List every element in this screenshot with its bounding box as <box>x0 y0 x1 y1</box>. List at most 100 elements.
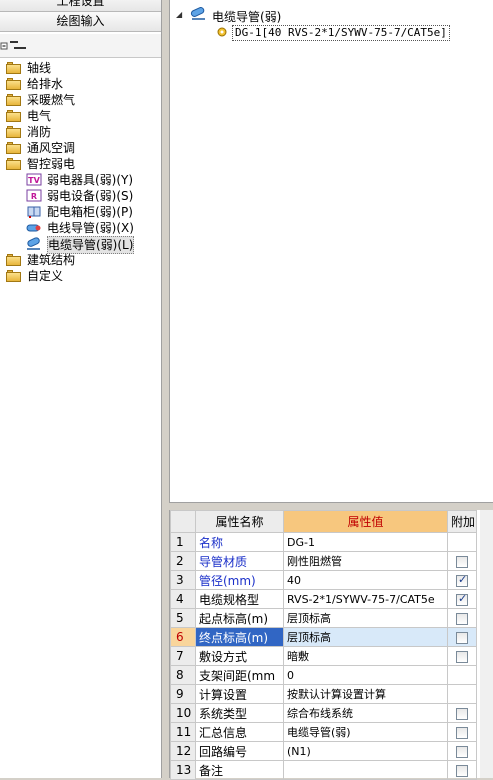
property-value[interactable]: RVS-2*1/SYWV-75-7/CAT5e <box>283 589 448 609</box>
row-number: 9 <box>170 684 196 704</box>
property-name: 汇总信息 <box>195 722 284 742</box>
folder-icon <box>6 126 22 138</box>
extra-cell <box>447 627 477 647</box>
property-value[interactable]: 综合布线系统 <box>283 703 448 723</box>
row-number: 5 <box>170 608 196 628</box>
property-value[interactable]: 按默认计算设置计算 <box>283 684 448 704</box>
tree-item[interactable]: 采暖燃气 <box>0 92 160 108</box>
tree-item[interactable]: 智控弱电 <box>0 156 160 172</box>
tree-item[interactable]: 轴线 <box>0 60 160 76</box>
extra-cell <box>447 741 477 761</box>
extra-cell <box>447 570 477 590</box>
left-panel: 工程设置 绘图输入 轴线 给排水 采暖燃气 电气 消防 通风空调 智控弱电 TV 弱电器具(弱)… <box>0 0 162 778</box>
property-value[interactable]: 40 <box>283 570 448 590</box>
column-header-value: 属性值 <box>283 510 448 533</box>
row-number: 2 <box>170 551 196 571</box>
property-row[interactable]: 12 回路编号 (N1) <box>170 741 477 761</box>
folder-icon <box>6 110 22 122</box>
extra-checkbox[interactable] <box>456 650 468 663</box>
property-value[interactable] <box>283 760 448 780</box>
property-row[interactable]: 2 导管材质 刚性阻燃管 <box>170 551 477 571</box>
property-row[interactable]: 9 计算设置 按默认计算设置计算 <box>170 684 477 704</box>
extra-cell <box>447 589 477 609</box>
project-settings-button[interactable]: 工程设置 <box>0 0 161 12</box>
extra-cell <box>447 608 477 628</box>
left-toolbar <box>0 34 161 58</box>
property-name: 计算设置 <box>195 684 284 704</box>
extra-checkbox[interactable] <box>456 707 468 720</box>
extra-checkbox[interactable] <box>456 573 468 587</box>
row-number: 8 <box>170 665 196 685</box>
tree-item[interactable]: 消防 <box>0 124 160 140</box>
property-value[interactable]: 暗敷 <box>283 646 448 666</box>
tree-item[interactable]: 电缆导管(弱)(L) <box>0 236 141 254</box>
tree-item-label: 弱电器具(弱)(Y) <box>47 173 134 187</box>
tree-item-label: 消防 <box>27 125 52 139</box>
extra-cell <box>447 665 477 685</box>
property-grid: 属性名称 属性值 附加 1名称DG-12导管材质刚性阻燃管3管径(mm)404电… <box>169 510 493 780</box>
folder-icon <box>6 270 22 282</box>
collapse-all-icon[interactable] <box>0 39 30 53</box>
property-value[interactable]: DG-1 <box>283 532 448 552</box>
tree-item-label: 电线导管(弱)(X) <box>47 221 134 235</box>
extra-checkbox[interactable] <box>456 631 468 644</box>
extra-cell <box>447 646 477 666</box>
property-value[interactable]: 电缆导管(弱) <box>283 722 448 742</box>
tree-item-label: 自定义 <box>27 269 64 283</box>
tree-child-item[interactable]: DG-1[40 RVS-2*1/SYWV-75-7/CAT5e] <box>232 25 450 41</box>
tree-item[interactable]: 通风空调 <box>0 140 160 156</box>
property-value[interactable]: 层顶标高 <box>283 608 448 628</box>
extra-checkbox[interactable] <box>456 555 468 568</box>
row-number: 12 <box>170 741 196 761</box>
folder-icon <box>6 62 22 74</box>
property-name: 电缆规格型 <box>195 589 284 609</box>
cable-conduit-icon <box>26 237 42 251</box>
property-value[interactable]: (N1) <box>283 741 448 761</box>
property-row[interactable]: 10 系统类型 综合布线系统 <box>170 703 477 723</box>
tree-item[interactable]: 电线导管(弱)(X) <box>0 220 160 236</box>
tv-icon: TV <box>26 173 42 187</box>
property-name: 起点标高(m) <box>195 608 284 628</box>
tree-item[interactable]: TV 弱电器具(弱)(Y) <box>0 172 160 188</box>
property-name: 导管材质 <box>195 551 284 571</box>
tree-item[interactable]: 自定义 <box>0 268 160 284</box>
tree-item[interactable]: 电气 <box>0 108 160 124</box>
tree-root-label[interactable]: 电缆导管(弱) <box>212 8 281 25</box>
property-row[interactable]: 3 管径(mm) 40 <box>170 570 477 590</box>
extra-cell <box>447 703 477 723</box>
property-row[interactable]: 6 终点标高(m) 层顶标高 <box>170 627 477 647</box>
property-row[interactable]: 13 备注 <box>170 760 477 780</box>
row-number: 1 <box>170 532 196 552</box>
extra-cell <box>447 722 477 742</box>
extra-checkbox[interactable] <box>456 592 468 606</box>
extra-checkbox[interactable] <box>456 726 468 739</box>
extra-checkbox[interactable] <box>456 612 468 625</box>
tree-item[interactable]: 配电箱柜(弱)(P) <box>0 204 160 220</box>
tree-item[interactable]: R 弱电设备(弱)(S) <box>0 188 160 204</box>
property-value[interactable]: 刚性阻燃管 <box>283 551 448 571</box>
property-row[interactable]: 8 支架间距(mm 0 <box>170 665 477 685</box>
tree-item[interactable]: 建筑结构 <box>0 252 160 268</box>
column-header-extra: 附加 <box>447 510 477 533</box>
property-row[interactable]: 4 电缆规格型 RVS-2*1/SYWV-75-7/CAT5e <box>170 589 477 609</box>
property-row[interactable]: 5 起点标高(m) 层顶标高 <box>170 608 477 628</box>
row-number: 4 <box>170 589 196 609</box>
vertical-scrollbar[interactable] <box>480 510 493 778</box>
property-name: 备注 <box>195 760 284 780</box>
tree-item-label: 建筑结构 <box>27 253 76 267</box>
property-name: 名称 <box>195 532 284 552</box>
tree-item[interactable]: 给排水 <box>0 76 160 92</box>
grid-corner <box>170 510 196 533</box>
property-name: 敷设方式 <box>195 646 284 666</box>
property-value[interactable]: 0 <box>283 665 448 685</box>
drawing-input-button[interactable]: 绘图输入 <box>0 12 161 32</box>
property-row[interactable]: 11 汇总信息 电缆导管(弱) <box>170 722 477 742</box>
row-number: 7 <box>170 646 196 666</box>
property-row[interactable]: 1 名称 DG-1 <box>170 532 477 552</box>
extra-checkbox[interactable] <box>456 745 468 758</box>
property-row[interactable]: 7 敷设方式 暗敷 <box>170 646 477 666</box>
row-number: 3 <box>170 570 196 590</box>
extra-checkbox[interactable] <box>456 764 468 777</box>
collapse-toggle-icon[interactable]: ◢ <box>176 10 182 19</box>
property-value[interactable]: 层顶标高 <box>283 627 448 647</box>
